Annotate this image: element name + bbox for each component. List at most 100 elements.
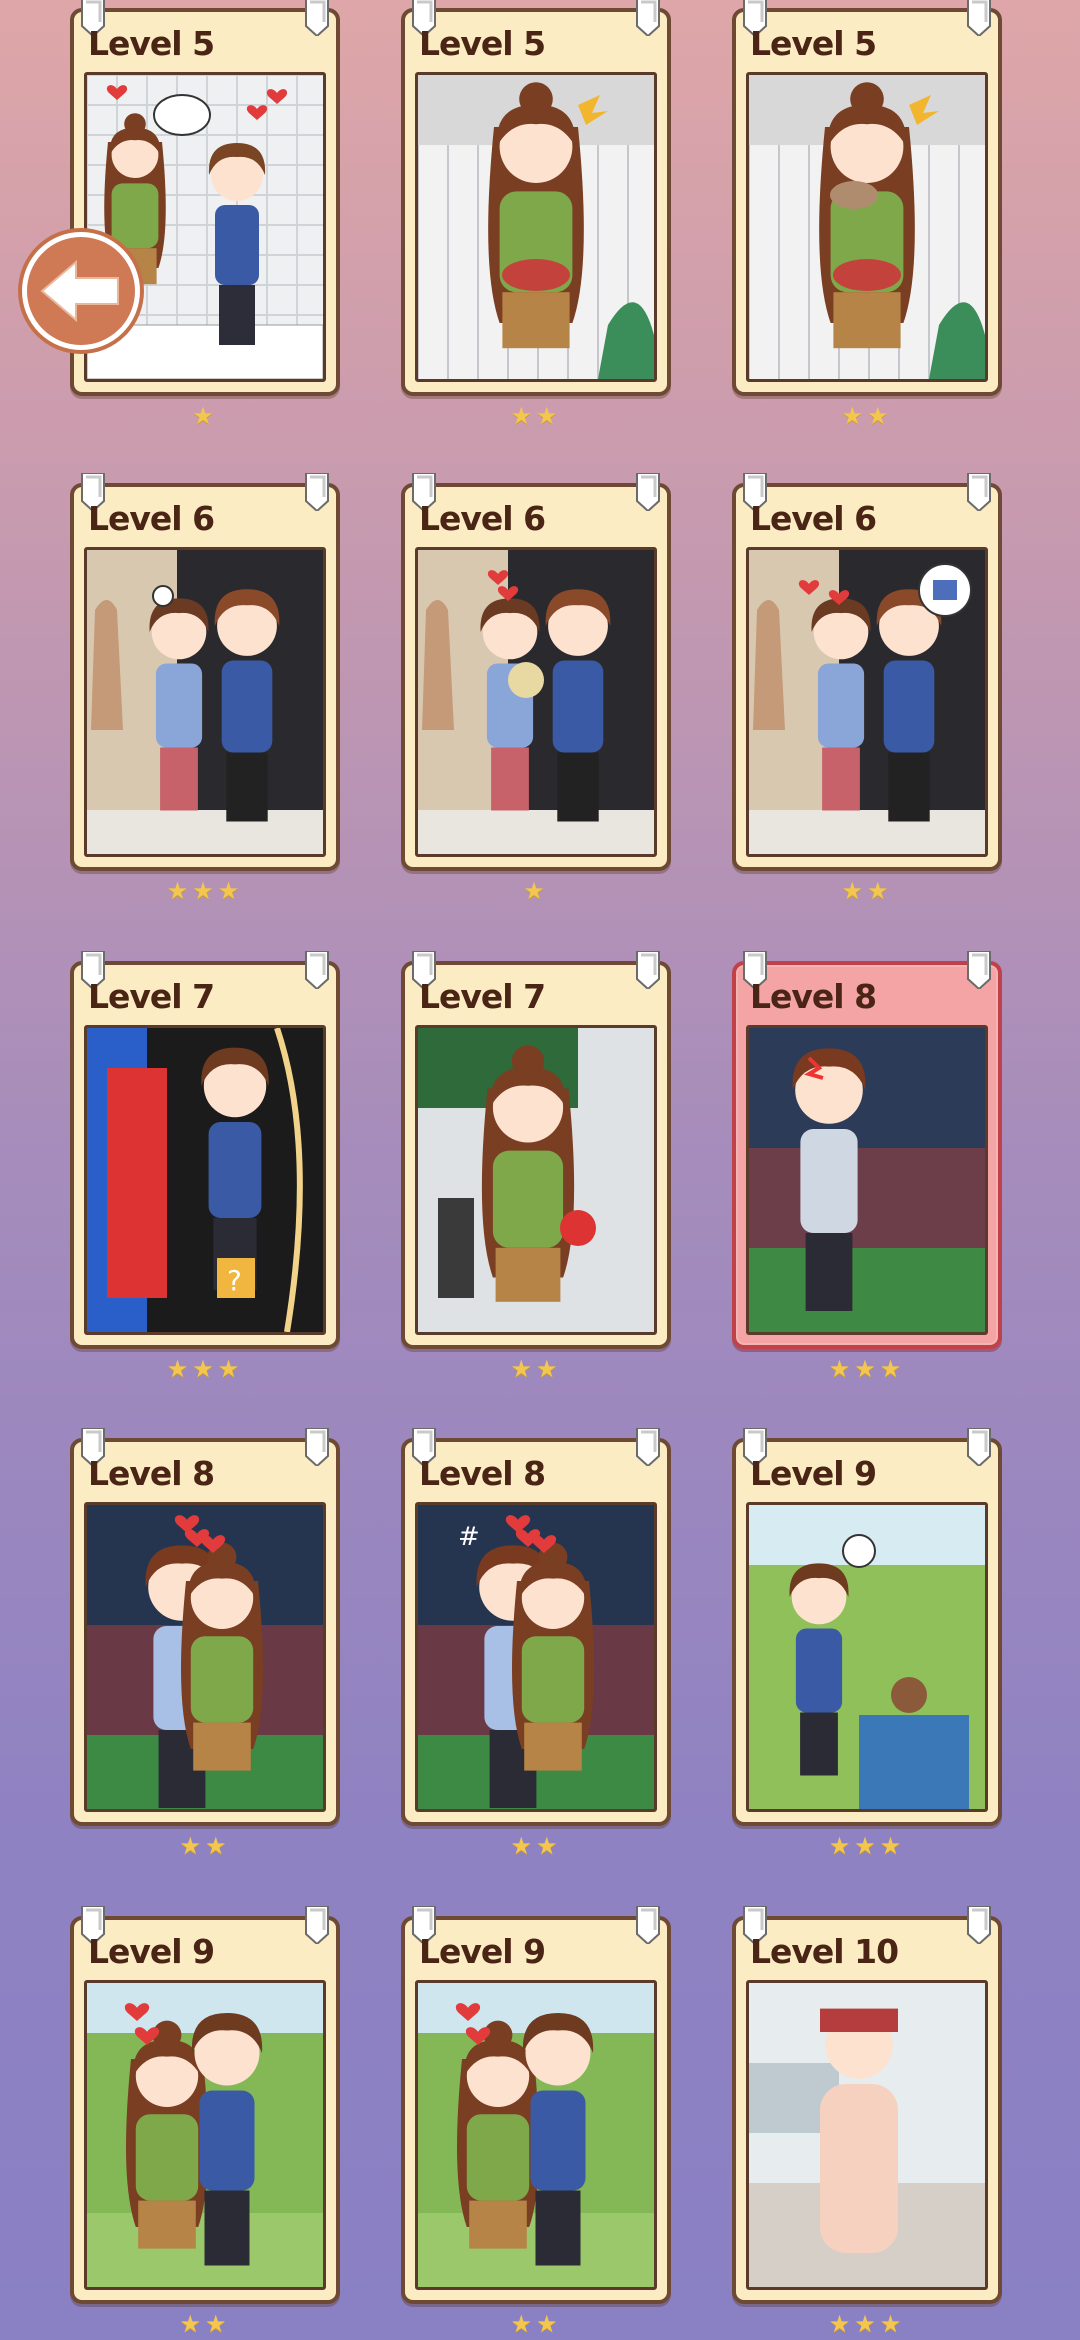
level-title: Level 6: [419, 499, 546, 538]
star-icon: ★: [217, 1355, 244, 1383]
star-icon: ★: [166, 877, 193, 905]
scene-image: #: [415, 1502, 657, 1812]
star-icon: ★: [841, 402, 867, 430]
pin-icon: [304, 1427, 330, 1468]
level-card[interactable]: Level 5: [732, 0, 1002, 396]
star-icon: ★: [536, 2310, 562, 2338]
star-icon: ★: [867, 877, 893, 905]
level-title: Level 9: [750, 1454, 877, 1493]
level-title: Level 10: [750, 1932, 899, 1971]
scene-image: ?: [84, 1025, 326, 1335]
level-title: Level 5: [419, 24, 546, 63]
level-card[interactable]: Level 8: [70, 1427, 340, 1826]
arrow-left-icon: [40, 259, 119, 323]
level-card[interactable]: Level 10: [732, 1905, 1002, 2304]
star-icon: ★: [217, 877, 244, 905]
level-title: Level 9: [419, 1932, 546, 1971]
scene-image: [84, 1502, 326, 1812]
level-title: Level 5: [88, 24, 215, 63]
svg-text:#: #: [458, 1522, 480, 1552]
star-icon: ★: [166, 1355, 193, 1383]
level-card[interactable]: Level 8 #: [401, 1427, 671, 1826]
star-icon: ★: [179, 2310, 205, 2338]
star-rating: ★★: [401, 1832, 671, 1860]
star-icon: ★: [523, 877, 549, 905]
level-card[interactable]: Level 7 ?: [70, 950, 340, 1349]
star-icon: ★: [828, 1832, 855, 1860]
star-icon: ★: [179, 1832, 205, 1860]
star-rating: ★★★: [732, 1832, 1002, 1860]
star-icon: ★: [205, 2310, 231, 2338]
star-icon: ★: [510, 2310, 536, 2338]
star-icon: ★: [536, 1355, 562, 1383]
star-icon: ★: [841, 877, 867, 905]
scene-image: [746, 72, 988, 382]
level-card[interactable]: Level 7: [401, 950, 671, 1349]
star-icon: ★: [510, 1355, 536, 1383]
level-title: Level 8: [750, 977, 877, 1016]
back-button[interactable]: [22, 232, 140, 350]
star-icon: ★: [192, 402, 218, 430]
level-gallery: Level 5 ★ Level 5 ★★ Level 5 ★★ Level 6 …: [0, 0, 1080, 2340]
star-icon: ★: [828, 1355, 855, 1383]
star-rating: ★: [401, 877, 671, 905]
scene-image: [415, 72, 657, 382]
level-card[interactable]: Level 5: [401, 0, 671, 396]
scene-image: [746, 547, 988, 857]
level-title: Level 6: [750, 499, 877, 538]
svg-text:?: ?: [227, 1264, 242, 1297]
level-card[interactable]: Level 6: [401, 472, 671, 871]
scene-image: [84, 547, 326, 857]
star-rating: ★★: [401, 2310, 671, 2338]
pin-icon: [635, 472, 661, 513]
level-card[interactable]: Level 6: [70, 472, 340, 871]
star-icon: ★: [536, 1832, 562, 1860]
level-card[interactable]: Level 9: [70, 1905, 340, 2304]
star-icon: ★: [536, 402, 562, 430]
star-icon: ★: [192, 877, 218, 905]
star-rating: ★★: [401, 1355, 671, 1383]
star-icon: ★: [879, 1355, 906, 1383]
scene-image: [415, 547, 657, 857]
pin-icon: [635, 0, 661, 38]
pin-icon: [966, 472, 992, 513]
level-title: Level 9: [88, 1932, 215, 1971]
star-icon: ★: [205, 1832, 231, 1860]
pin-icon: [304, 950, 330, 991]
level-card[interactable]: Level 8: [732, 950, 1002, 1349]
level-title: Level 8: [88, 1454, 215, 1493]
star-icon: ★: [867, 402, 893, 430]
level-title: Level 5: [750, 24, 877, 63]
pin-icon: [966, 0, 992, 38]
star-icon: ★: [828, 2310, 855, 2338]
scene-image: [746, 1980, 988, 2290]
scene-image: [746, 1025, 988, 1335]
star-rating: ★★: [732, 402, 1002, 430]
pin-icon: [635, 1905, 661, 1946]
star-icon: ★: [510, 1832, 536, 1860]
level-title: Level 7: [88, 977, 215, 1016]
star-rating: ★★★: [70, 1355, 340, 1383]
scene-image: [415, 1980, 657, 2290]
star-icon: ★: [510, 402, 536, 430]
level-card[interactable]: Level 6: [732, 472, 1002, 871]
star-rating: ★★★: [732, 1355, 1002, 1383]
scene-image: [84, 72, 326, 382]
level-card[interactable]: Level 9: [401, 1905, 671, 2304]
star-rating: ★: [70, 402, 340, 430]
star-icon: ★: [854, 2310, 880, 2338]
star-rating: ★★: [70, 2310, 340, 2338]
star-icon: ★: [854, 1832, 880, 1860]
pin-icon: [304, 472, 330, 513]
star-icon: ★: [879, 1832, 906, 1860]
level-title: Level 7: [419, 977, 546, 1016]
level-card[interactable]: Level 9: [732, 1427, 1002, 1826]
star-icon: ★: [854, 1355, 880, 1383]
pin-icon: [635, 1427, 661, 1468]
scene-image: [415, 1025, 657, 1335]
star-rating: ★★★: [732, 2310, 1002, 2338]
star-rating: ★★: [401, 402, 671, 430]
star-rating: ★★★: [70, 877, 340, 905]
scene-image: [84, 1980, 326, 2290]
pin-icon: [304, 1905, 330, 1946]
